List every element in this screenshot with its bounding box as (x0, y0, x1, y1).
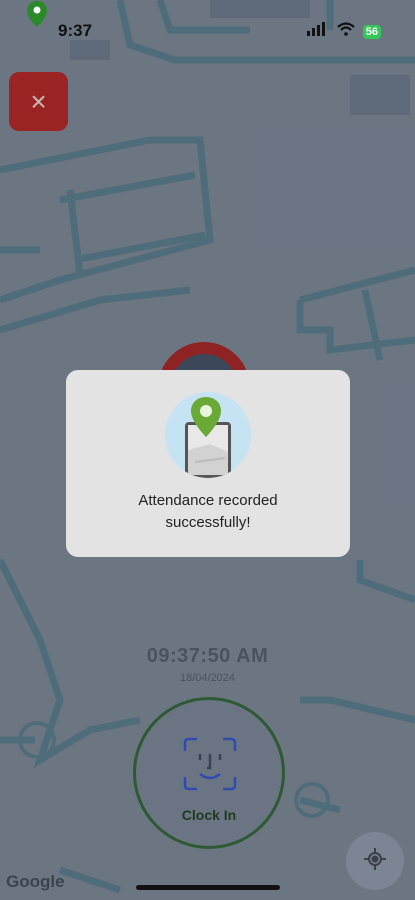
clock-in-label: Clock In (181, 807, 237, 823)
location-pin-icon (26, 0, 48, 33)
success-message-line-1: Attendance recorded (138, 492, 278, 509)
status-icons: 56 (306, 22, 381, 41)
locate-icon (363, 847, 387, 876)
signal-icon (306, 22, 329, 41)
success-dialog: Attendance recorded successfully! (66, 370, 350, 557)
status-bar: 9:37 56 (0, 0, 415, 60)
google-attribution: Google (6, 872, 65, 891)
home-indicator[interactable] (136, 885, 280, 890)
battery-icon: 56 (362, 24, 381, 39)
current-time: 09:37:50 AM (146, 645, 269, 667)
map-pin-icon (165, 392, 251, 478)
close-icon: × (30, 85, 47, 117)
success-message: Attendance recorded successfully! (66, 490, 350, 534)
clock-display: 09:37:50 AM 18/04/2024 (0, 645, 415, 684)
success-message-line-2: successfully! (165, 514, 251, 531)
close-button[interactable]: × (9, 72, 68, 131)
current-date: 18/04/2024 (179, 672, 236, 684)
clock-in-button[interactable]: Clock In (133, 697, 285, 849)
my-location-button[interactable] (346, 832, 404, 890)
status-time: 9:37 (58, 21, 93, 40)
wifi-icon (337, 22, 355, 41)
face-id-icon (182, 736, 238, 797)
